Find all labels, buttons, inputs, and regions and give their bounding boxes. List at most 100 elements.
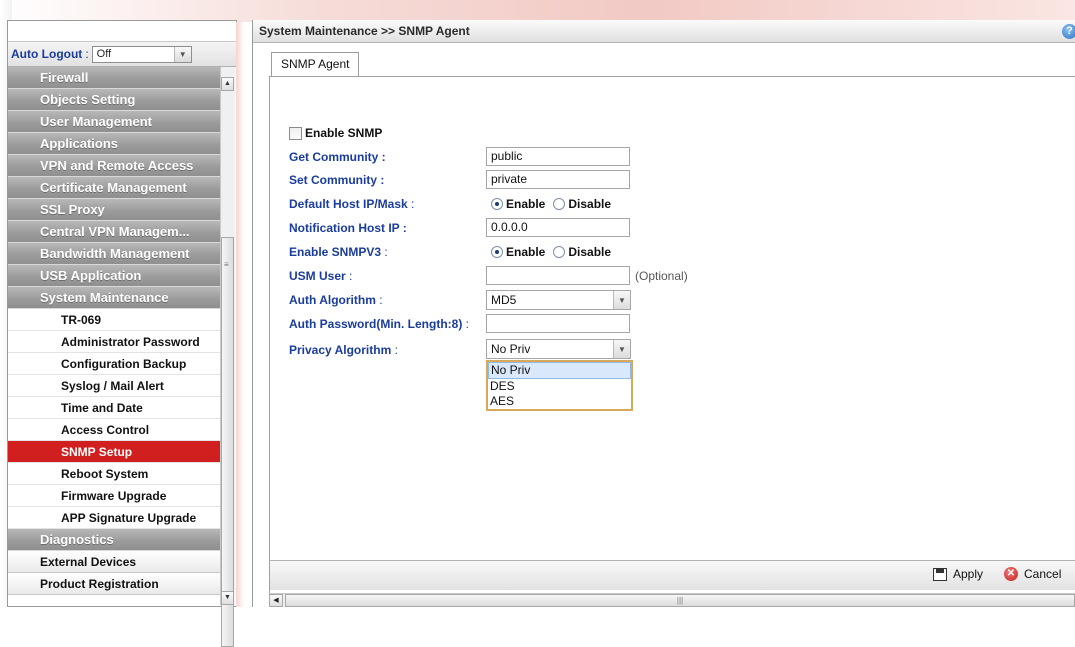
default-host-label-text: Default Host IP/Mask <box>289 197 408 211</box>
sidebar-item-diagnostics[interactable]: Diagnostics <box>8 529 220 551</box>
sidebar-item-central-vpn-managem[interactable]: Central VPN Managem... <box>8 221 220 243</box>
apply-label: Apply <box>953 567 984 581</box>
sidebar-item-firewall[interactable]: Firewall <box>8 67 220 89</box>
snmpv3-disable-label: Disable <box>568 245 612 259</box>
default-host-label: Default Host IP/Mask : <box>289 197 414 211</box>
auto-logout-bar: Auto Logout : Off ▼ <box>8 42 236 67</box>
auto-logout-select[interactable]: Off ▼ <box>91 45 192 63</box>
default-host-enable-label: Enable <box>506 197 546 211</box>
auto-logout-label: Auto Logout <box>11 47 83 61</box>
scroll-up-arrow-icon[interactable]: ▲ <box>221 77 234 91</box>
auth-algorithm-value: MD5 <box>491 293 517 307</box>
sidebar-item-external-devices[interactable]: External Devices <box>8 551 220 573</box>
chevron-down-icon[interactable]: ▼ <box>613 291 630 309</box>
privacy-algorithm-label: Privacy Algorithm : <box>289 343 398 357</box>
auth-algorithm-label-text: Auth Algorithm <box>289 293 376 307</box>
sidebar-item-usb-application[interactable]: USB Application <box>8 265 220 287</box>
save-icon <box>933 567 947 581</box>
sidebar-item-applications[interactable]: Applications <box>8 133 220 155</box>
usm-user-label: USM User : <box>289 269 352 283</box>
sidebar: Auto Logout : Off ▼ Firewall Objects Sett… <box>7 20 237 647</box>
sidebar-divider <box>236 22 244 607</box>
usm-user-label-text: USM User <box>289 269 346 283</box>
horizontal-scroll-thumb[interactable]: ||| <box>285 594 1075 607</box>
sidebar-scrollbar[interactable]: ▲ ≡ ▼ <box>220 67 235 647</box>
chevron-down-icon[interactable]: ▼ <box>613 340 630 358</box>
privacy-algorithm-value: No Priv <box>491 342 531 356</box>
sidebar-item-syslog-mail-alert[interactable]: Syslog / Mail Alert <box>8 375 220 397</box>
sidebar-item-snmp-setup[interactable]: SNMP Setup <box>8 441 220 463</box>
sidebar-item-vpn-and-remote-access[interactable]: VPN and Remote Access <box>8 155 220 177</box>
sidebar-item-system-maintenance[interactable]: System Maintenance <box>8 287 220 309</box>
cancel-button[interactable]: ✕ Cancel <box>1004 567 1061 581</box>
horizontal-scrollbar[interactable]: ◀ ||| <box>269 593 1075 607</box>
usm-user-input[interactable] <box>486 266 630 285</box>
scroll-grip-icon: ≡ <box>224 260 229 269</box>
scroll-left-arrow-icon[interactable]: ◀ <box>269 594 283 607</box>
privacy-algorithm-dropdown: No Priv DES AES <box>486 360 633 411</box>
enable-snmp-checkbox[interactable] <box>289 126 302 140</box>
auto-logout-colon: : <box>85 47 89 61</box>
snmpv3-enable-radio[interactable] <box>491 246 503 258</box>
apply-button[interactable]: Apply <box>933 567 983 581</box>
default-host-enable-radio[interactable] <box>491 198 503 210</box>
snmpv3-radio-group: Enable Disable <box>491 245 611 259</box>
sidebar-item-administrator-password[interactable]: Administrator Password <box>8 331 220 353</box>
usm-user-colon: : <box>349 269 353 283</box>
cancel-icon: ✕ <box>1004 567 1018 581</box>
enable-snmpv3-label-text: Enable SNMPV3 <box>289 245 382 259</box>
set-community-label: Set Community : <box>289 173 385 187</box>
sidebar-item-bandwidth-management[interactable]: Bandwidth Management <box>8 243 220 265</box>
sidebar-item-access-control[interactable]: Access Control <box>8 419 220 441</box>
sidebar-item-tr-069[interactable]: TR-069 <box>8 309 220 331</box>
get-community-label: Get Community : <box>289 150 386 164</box>
auth-password-input[interactable] <box>486 314 630 333</box>
privacy-option-des[interactable]: DES <box>488 379 631 394</box>
sidebar-item-firmware-upgrade[interactable]: Firmware Upgrade <box>8 485 220 507</box>
chevron-down-icon[interactable]: ▼ <box>173 46 191 62</box>
default-host-disable-radio[interactable] <box>553 198 566 210</box>
default-host-disable-label: Disable <box>568 197 612 211</box>
sidebar-scroll-thumb[interactable] <box>221 237 234 647</box>
auth-algorithm-label: Auth Algorithm : <box>289 293 383 307</box>
sidebar-item-app-signature-upgrade[interactable]: APP Signature Upgrade <box>8 507 220 529</box>
sidebar-item-certificate-management[interactable]: Certificate Management <box>8 177 220 199</box>
enable-snmp-row[interactable]: Enable SNMP <box>289 126 382 140</box>
sidebar-item-reboot-system[interactable]: Reboot System <box>8 463 220 485</box>
tab-bar: SNMP Agent <box>271 52 360 76</box>
privacy-algorithm-colon: : <box>394 343 398 357</box>
sidebar-item-configuration-backup[interactable]: Configuration Backup <box>8 353 220 375</box>
sidebar-menu: Firewall Objects Setting User Management Ap… <box>8 67 236 595</box>
snmpv3-disable-radio[interactable] <box>553 246 566 258</box>
auth-password-label: Auth Password(Min. Length:8) : <box>289 317 469 331</box>
set-community-input[interactable]: private <box>486 170 630 189</box>
sidebar-top-spacer <box>8 21 236 42</box>
sidebar-item-ssl-proxy[interactable]: SSL Proxy <box>8 199 220 221</box>
auth-password-colon: : <box>465 317 470 331</box>
notification-host-label: Notification Host IP : <box>289 221 407 235</box>
auth-algorithm-select[interactable]: MD5 ▼ <box>486 290 631 310</box>
get-community-input[interactable]: public <box>486 147 630 166</box>
action-footer: Apply ✕ Cancel <box>269 560 1075 590</box>
help-icon[interactable]: ? <box>1062 24 1075 39</box>
auto-logout-value: Off <box>96 48 112 60</box>
enable-snmp-label: Enable SNMP <box>305 126 383 140</box>
privacy-algorithm-label-text: Privacy Algorithm <box>289 343 392 357</box>
enable-snmpv3-label: Enable SNMPV3 : <box>289 245 388 259</box>
usm-user-optional-hint: (Optional) <box>635 269 688 283</box>
sidebar-item-objects-setting[interactable]: Objects Setting <box>8 89 220 111</box>
sidebar-item-time-and-date[interactable]: Time and Date <box>8 397 220 419</box>
privacy-option-aes[interactable]: AES <box>488 394 631 409</box>
tab-snmp-agent[interactable]: SNMP Agent <box>271 52 360 76</box>
enable-snmpv3-colon: : <box>384 245 388 259</box>
privacy-algorithm-select[interactable]: No Priv ▼ <box>486 339 631 359</box>
breadcrumb: System Maintenance >> SNMP Agent <box>259 24 470 38</box>
scroll-down-arrow-icon[interactable]: ▼ <box>221 591 234 605</box>
notification-host-input[interactable]: 0.0.0.0 <box>486 218 630 237</box>
main-panel: System Maintenance >> SNMP Agent ? SNMP … <box>252 20 1075 607</box>
snmpv3-enable-label: Enable <box>506 245 546 259</box>
sidebar-item-product-registration[interactable]: Product Registration <box>8 573 220 595</box>
auth-password-label-text: Auth Password(Min. Length:8) <box>289 317 463 331</box>
privacy-option-no-priv[interactable]: No Priv <box>488 362 631 379</box>
sidebar-item-user-management[interactable]: User Management <box>8 111 220 133</box>
